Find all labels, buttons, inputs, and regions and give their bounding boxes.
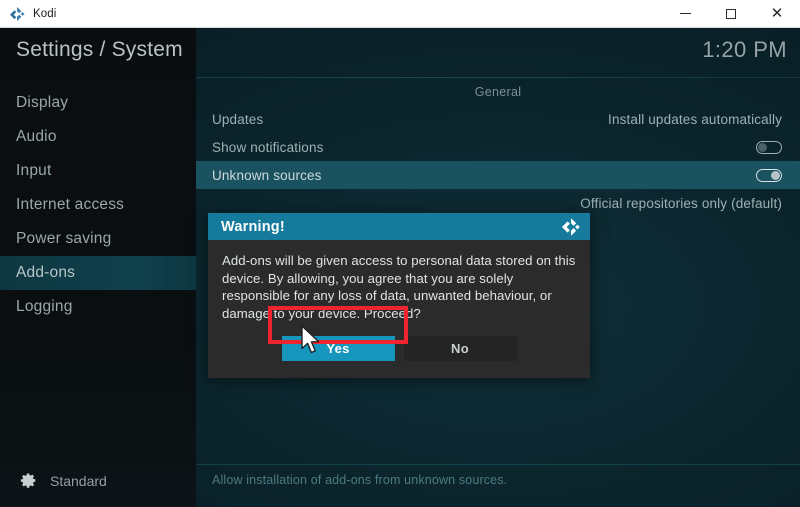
dialog-no-button[interactable]: No <box>403 336 517 361</box>
sidebar-top-spacer <box>0 78 196 86</box>
maximize-button[interactable] <box>708 0 754 28</box>
setting-label: Unknown sources <box>212 167 322 183</box>
page-title: Settings / System <box>16 38 183 61</box>
setting-label: Updates <box>212 111 264 127</box>
show-notifications-toggle[interactable] <box>756 140 782 154</box>
kodi-logo-icon <box>9 6 25 22</box>
dialog-title: Warning! <box>221 218 285 235</box>
sidebar-item-label: Display <box>16 94 69 111</box>
sidebar-item-power-saving[interactable]: Power saving <box>0 222 196 256</box>
setting-row-show-notifications[interactable]: Show notifications <box>196 133 800 161</box>
window-titlebar: Kodi ✕ <box>0 0 800 28</box>
settings-content: General Updates Install updates automati… <box>196 78 800 507</box>
app-header: Settings / System 1:20 PM <box>0 28 800 78</box>
window-title: Kodi <box>33 7 57 20</box>
dialog-actions: Yes No <box>208 336 590 361</box>
toggle-knob <box>758 142 767 152</box>
close-button[interactable]: ✕ <box>754 0 800 28</box>
dialog-yes-button[interactable]: Yes <box>281 336 395 361</box>
sidebar-item-label: Internet access <box>16 196 125 213</box>
setting-label: Show notifications <box>212 139 324 155</box>
mouse-cursor <box>300 325 322 357</box>
minimize-icon <box>679 13 691 14</box>
sidebar-item-add-ons[interactable]: Add-ons <box>0 256 196 290</box>
setting-value: Official repositories only (default) <box>580 195 782 211</box>
settings-level-button[interactable]: Standard <box>0 472 196 489</box>
toggle-knob <box>771 170 780 180</box>
sidebar-item-label: Add-ons <box>16 264 76 281</box>
sidebar-item-display[interactable]: Display <box>0 86 196 120</box>
setting-value: Install updates automatically <box>608 111 782 127</box>
warning-dialog: Warning! Add-ons will be given access to… <box>208 213 590 378</box>
gear-icon <box>20 472 37 489</box>
sidebar-item-internet-access[interactable]: Internet access <box>0 188 196 222</box>
sidebar-item-label: Audio <box>16 128 57 145</box>
unknown-sources-toggle[interactable] <box>756 168 782 182</box>
clock: 1:20 PM <box>702 37 787 62</box>
dialog-header: Warning! <box>208 213 590 240</box>
sidebar-item-label: Logging <box>16 298 73 315</box>
kodi-logo-icon <box>560 217 582 237</box>
settings-level-label: Standard <box>50 472 107 489</box>
window-controls: ✕ <box>662 0 800 28</box>
setting-row-unknown-sources[interactable]: Unknown sources <box>196 161 800 189</box>
minimize-button[interactable] <box>662 0 708 28</box>
settings-sidebar: Display Audio Input Internet access Powe… <box>0 78 196 507</box>
setting-row-updates[interactable]: Updates Install updates automatically <box>196 105 800 133</box>
sidebar-item-logging[interactable]: Logging <box>0 290 196 324</box>
sidebar-item-input[interactable]: Input <box>0 154 196 188</box>
sidebar-item-audio[interactable]: Audio <box>0 120 196 154</box>
maximize-icon <box>726 8 736 19</box>
sidebar-item-label: Power saving <box>16 230 112 247</box>
sidebar-item-label: Input <box>16 162 52 179</box>
settings-rows: Updates Install updates automatically Sh… <box>196 105 800 217</box>
description-divider <box>196 464 800 465</box>
kodi-app: Settings / System 1:20 PM Display Audio … <box>0 28 800 507</box>
close-icon: ✕ <box>770 5 784 22</box>
settings-group-title: General <box>474 85 522 99</box>
dialog-message: Add-ons will be given access to personal… <box>222 253 576 321</box>
setting-description: Allow installation of add-ons from unkno… <box>212 473 508 487</box>
